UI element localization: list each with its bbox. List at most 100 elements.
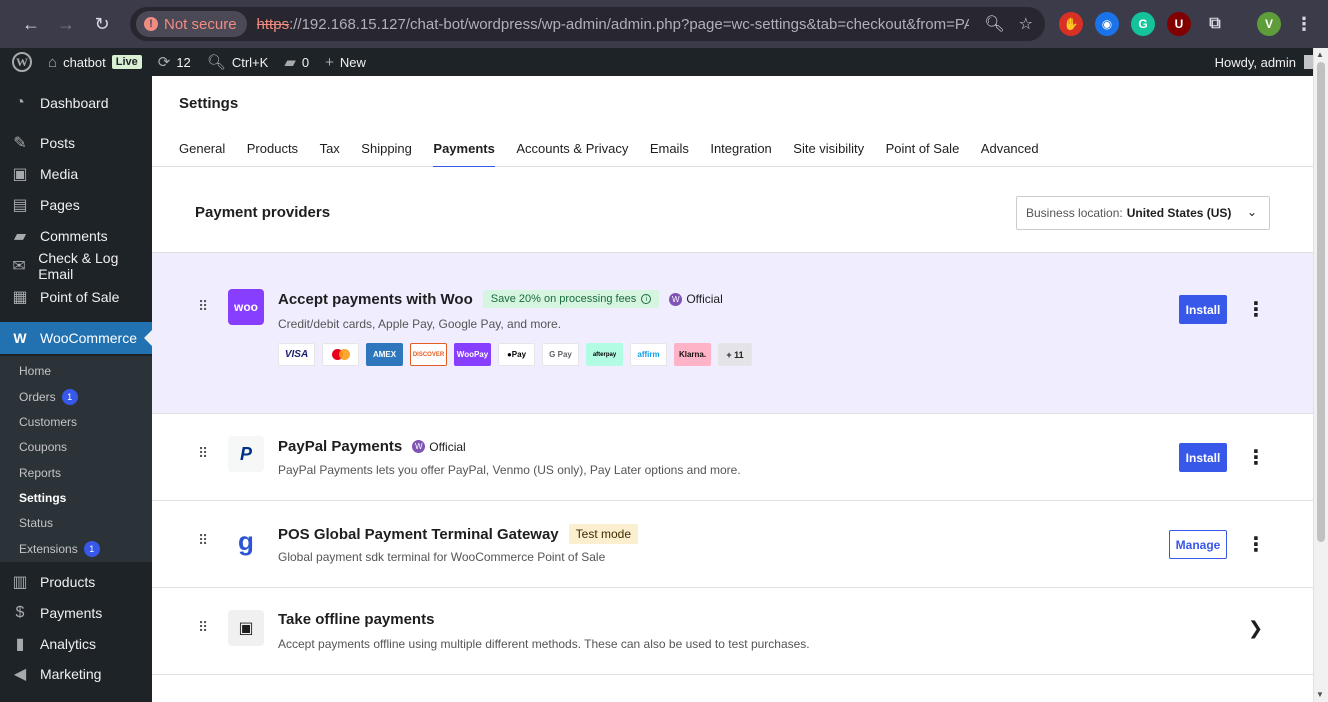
pages-icon: ▤ — [12, 197, 28, 214]
drag-handle-icon[interactable]: ⠿ — [198, 619, 208, 636]
visa-icon: VISA — [278, 343, 315, 366]
reload-icon[interactable]: ↻ — [84, 6, 120, 42]
klarna-icon: Klarna. — [674, 343, 711, 366]
menu-payments[interactable]: $ Payments — [0, 597, 152, 629]
tab-point-of-sale[interactable]: Point of Sale — [886, 134, 960, 167]
account-menu[interactable]: Howdy, admin — [1215, 48, 1318, 76]
menu-analytics[interactable]: ▮ Analytics — [0, 628, 152, 660]
url-text[interactable]: https://192.168.15.127/chat-bot/wordpres… — [257, 16, 969, 33]
submenu-home[interactable]: Home — [19, 362, 51, 380]
provider-title: Accept payments with Woo Save 20% on pro… — [278, 290, 723, 308]
provider-title: PayPal Payments W Official — [278, 438, 466, 455]
drag-handle-icon[interactable]: ⠿ — [198, 298, 208, 315]
manage-button[interactable]: Manage — [1169, 530, 1227, 559]
settings-tabs: General Products Tax Shipping Payments A… — [179, 134, 1039, 167]
menu-woocommerce[interactable]: W WooCommerce — [0, 322, 152, 354]
bar-chart-icon: ▮ — [15, 636, 25, 653]
tab-accounts-privacy[interactable]: Accounts & Privacy — [516, 134, 628, 167]
extensions-puzzle-icon[interactable]: ⧉ — [1203, 12, 1227, 36]
browser-menu-icon[interactable]: ⋮ — [1292, 12, 1316, 36]
provider-title: Take offline payments — [278, 611, 435, 628]
submenu-customers[interactable]: Customers — [19, 413, 77, 431]
bookmark-star-icon[interactable]: ☆ — [1019, 14, 1033, 34]
scroll-down-icon[interactable]: ▼ — [1316, 690, 1324, 699]
install-button[interactable]: Install — [1179, 443, 1227, 472]
home-icon: ⌂ — [48, 53, 58, 71]
tab-tax[interactable]: Tax — [320, 134, 340, 167]
tab-advanced[interactable]: Advanced — [981, 134, 1039, 167]
menu-comments[interactable]: ▰ Comments — [0, 220, 152, 252]
extensions-count-badge: 1 — [83, 541, 100, 557]
money-icon: $ — [15, 604, 25, 621]
drag-handle-icon[interactable]: ⠿ — [198, 445, 208, 462]
address-bar[interactable]: ! Not secure https://192.168.15.127/chat… — [130, 7, 1045, 41]
back-icon[interactable]: ← — [13, 6, 49, 42]
provider-description: Global payment sdk terminal for WooComme… — [278, 550, 606, 564]
comments-link[interactable]: ▰ 0 — [276, 48, 317, 76]
email-icon: ✉ — [12, 258, 26, 275]
tab-site-visibility[interactable]: Site visibility — [793, 134, 864, 167]
promo-badge[interactable]: Save 20% on processing fees i — [482, 290, 660, 308]
page-title: Settings — [179, 95, 239, 112]
grammarly-extension-icon[interactable]: G — [1131, 12, 1155, 36]
hand-stop-extension-icon[interactable]: ✋ — [1059, 12, 1083, 36]
tab-integration[interactable]: Integration — [710, 134, 771, 167]
admin-sidebar: ◔ Dashboard ✎ Posts ▣ Media ▤ Pages ▰ Comment… — [0, 76, 152, 702]
submenu-reports[interactable]: Reports — [19, 464, 61, 482]
menu-point-of-sale[interactable]: ▦ Point of Sale — [0, 281, 152, 313]
business-location-select[interactable]: Business location: United States (US) ⌄ — [1016, 196, 1270, 230]
menu-marketing[interactable]: ◀ Marketing — [0, 658, 152, 690]
warning-icon: ! — [144, 17, 158, 31]
tab-products[interactable]: Products — [247, 134, 298, 167]
comment-icon: ▰ — [13, 228, 27, 245]
current-menu-arrow — [144, 330, 152, 346]
wordpress-logo-icon[interactable]: W — [0, 48, 40, 76]
menu-dashboard[interactable]: ◔ Dashboard — [0, 87, 152, 119]
scroll-thumb[interactable] — [1317, 62, 1325, 542]
woo-badge-icon: W — [412, 440, 426, 453]
menu-check-log-email[interactable]: ✉ Check & Log Email — [0, 250, 152, 282]
menu-media[interactable]: ▣ Media — [0, 158, 152, 190]
updates-link[interactable]: ⟳ 12 — [150, 48, 199, 76]
section-title: Payment providers — [195, 204, 331, 221]
more-options-icon[interactable]: ⋮ — [1246, 297, 1266, 321]
woo-badge-icon: W — [669, 292, 683, 306]
tab-shipping[interactable]: Shipping — [361, 134, 412, 167]
submenu-coupons[interactable]: Coupons — [19, 438, 67, 456]
submenu-extensions[interactable]: Extensions 1 — [19, 540, 100, 558]
messenger-extension-icon[interactable]: ◉ — [1095, 12, 1119, 36]
new-content-link[interactable]: + New — [317, 48, 374, 76]
page-scrollbar[interactable]: ▲ ▼ — [1313, 48, 1328, 702]
ublock-extension-icon[interactable]: U — [1167, 12, 1191, 36]
archive-icon: ▥ — [12, 574, 28, 591]
tab-payments[interactable]: Payments — [433, 134, 495, 167]
live-badge: Live — [111, 55, 142, 69]
woopay-icon: WooPay — [454, 343, 491, 366]
payment-method-icons: VISA AMEX DISCOVER WooPay ● Pay G Pay aft… — [278, 343, 752, 366]
drag-handle-icon[interactable]: ⠿ — [198, 532, 208, 549]
install-button[interactable]: Install — [1179, 295, 1227, 324]
menu-pages[interactable]: ▤ Pages — [0, 189, 152, 221]
menu-posts[interactable]: ✎ Posts — [0, 127, 152, 159]
submenu-status[interactable]: Status — [19, 514, 53, 532]
wp-admin-bar: W ⌂ chatbot Live ⟳ 12 🔍︎ Ctrl+K ▰ 0 + Ne… — [0, 48, 1328, 76]
updates-icon: ⟳ — [157, 54, 171, 71]
scroll-up-icon[interactable]: ▲ — [1316, 50, 1324, 59]
provider-row-offline[interactable]: ⠿ ▣ Take offline payments Accept payment… — [152, 588, 1313, 675]
profile-avatar[interactable]: V — [1257, 12, 1281, 36]
chevron-right-icon[interactable]: ❯ — [1248, 618, 1263, 639]
more-methods-count[interactable]: + 11 — [718, 343, 752, 366]
submenu-orders[interactable]: Orders 1 — [19, 388, 78, 406]
site-name-link[interactable]: ⌂ chatbot Live — [40, 48, 150, 76]
zoom-icon[interactable]: 🔍︎ — [984, 14, 1004, 34]
afterpay-icon: afterpay — [586, 343, 623, 366]
tab-general[interactable]: General — [179, 134, 225, 167]
more-options-icon[interactable]: ⋮ — [1246, 445, 1266, 469]
command-palette-link[interactable]: 🔍︎ Ctrl+K — [199, 48, 277, 76]
more-options-icon[interactable]: ⋮ — [1246, 532, 1266, 556]
submenu-settings[interactable]: Settings — [19, 489, 66, 507]
forward-icon[interactable]: → — [48, 6, 84, 42]
tab-emails[interactable]: Emails — [650, 134, 689, 167]
security-indicator[interactable]: ! Not secure — [136, 11, 247, 37]
menu-products[interactable]: ▥ Products — [0, 566, 152, 598]
